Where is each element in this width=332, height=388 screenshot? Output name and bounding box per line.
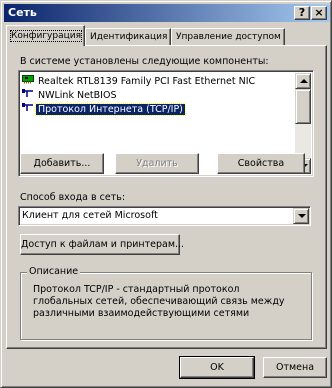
add-button-label: Добавить... — [33, 158, 91, 169]
properties-button-label: Свойства — [237, 158, 285, 169]
scroll-thumb[interactable] — [295, 89, 311, 124]
list-item-label: Realtek RTL8139 Family PCI Fast Ethernet… — [38, 76, 256, 87]
tab-configuration[interactable]: Конфигурация — [6, 25, 85, 46]
list-item-label: NWLink NetBIOS — [38, 90, 117, 101]
list-item-label: Протокол Интернета (TCP/IP) — [35, 103, 186, 116]
properties-button[interactable]: Свойства — [217, 153, 305, 174]
chevron-down-icon — [298, 214, 306, 218]
remove-button-label: Удалить — [136, 158, 178, 169]
help-icon: ? — [298, 6, 306, 19]
remove-button[interactable]: Удалить — [115, 153, 199, 174]
tab-access-control[interactable]: Управление доступом — [171, 28, 285, 45]
list-item[interactable]: NWLink NetBIOS — [22, 88, 118, 102]
logon-select[interactable]: Клиент для сетей Microsoft — [18, 206, 311, 226]
list-item[interactable]: Realtek RTL8139 Family PCI Fast Ethernet… — [22, 74, 257, 88]
window-title: Сеть — [8, 6, 37, 19]
tab-identification[interactable]: Идентификация — [85, 28, 171, 45]
add-button[interactable]: Добавить... — [20, 153, 104, 174]
list-item-selected[interactable]: Протокол Интернета (TCP/IP) — [22, 102, 186, 117]
file-print-sharing-button[interactable]: Доступ к файлам и принтерам... — [20, 234, 184, 255]
protocol-icon — [22, 88, 34, 103]
logon-select-value: Клиент для сетей Microsoft — [22, 210, 158, 221]
file-print-sharing-label: Доступ к файлам и принтерам... — [21, 239, 185, 250]
cancel-button-label: Отмена — [275, 362, 315, 373]
title-bar[interactable]: Сеть ? × — [4, 4, 330, 22]
components-label: В системе установлены следующие компонен… — [20, 56, 269, 67]
ok-button-label: OK — [210, 362, 224, 373]
logon-label: Способ входа в сеть: — [20, 192, 126, 203]
ok-button[interactable]: OK — [179, 356, 255, 379]
tab-identification-label: Идентификация — [90, 32, 168, 42]
tab-panel-configuration: В системе установлены следующие компонен… — [6, 45, 327, 349]
protocol-icon — [22, 102, 34, 117]
description-group: Описание Протокол TCP/IP - стандартный п… — [20, 266, 312, 340]
help-button[interactable]: ? — [294, 6, 310, 20]
description-text: Протокол TCP/IP - стандартный протокол г… — [33, 284, 285, 319]
scroll-up-button[interactable] — [295, 73, 311, 89]
close-button[interactable]: × — [311, 6, 327, 20]
close-icon: × — [314, 6, 324, 19]
tab-access-control-label: Управление доступом — [176, 32, 281, 42]
chevron-up-icon — [300, 79, 308, 83]
cancel-button[interactable]: Отмена — [263, 357, 327, 378]
tab-configuration-label: Конфигурация — [10, 30, 82, 42]
description-legend: Описание — [27, 266, 81, 277]
dropdown-button[interactable] — [293, 208, 309, 224]
network-card-icon — [22, 74, 34, 89]
network-dialog: Сеть ? × Конфигурация Идентификация Упра… — [0, 0, 332, 388]
